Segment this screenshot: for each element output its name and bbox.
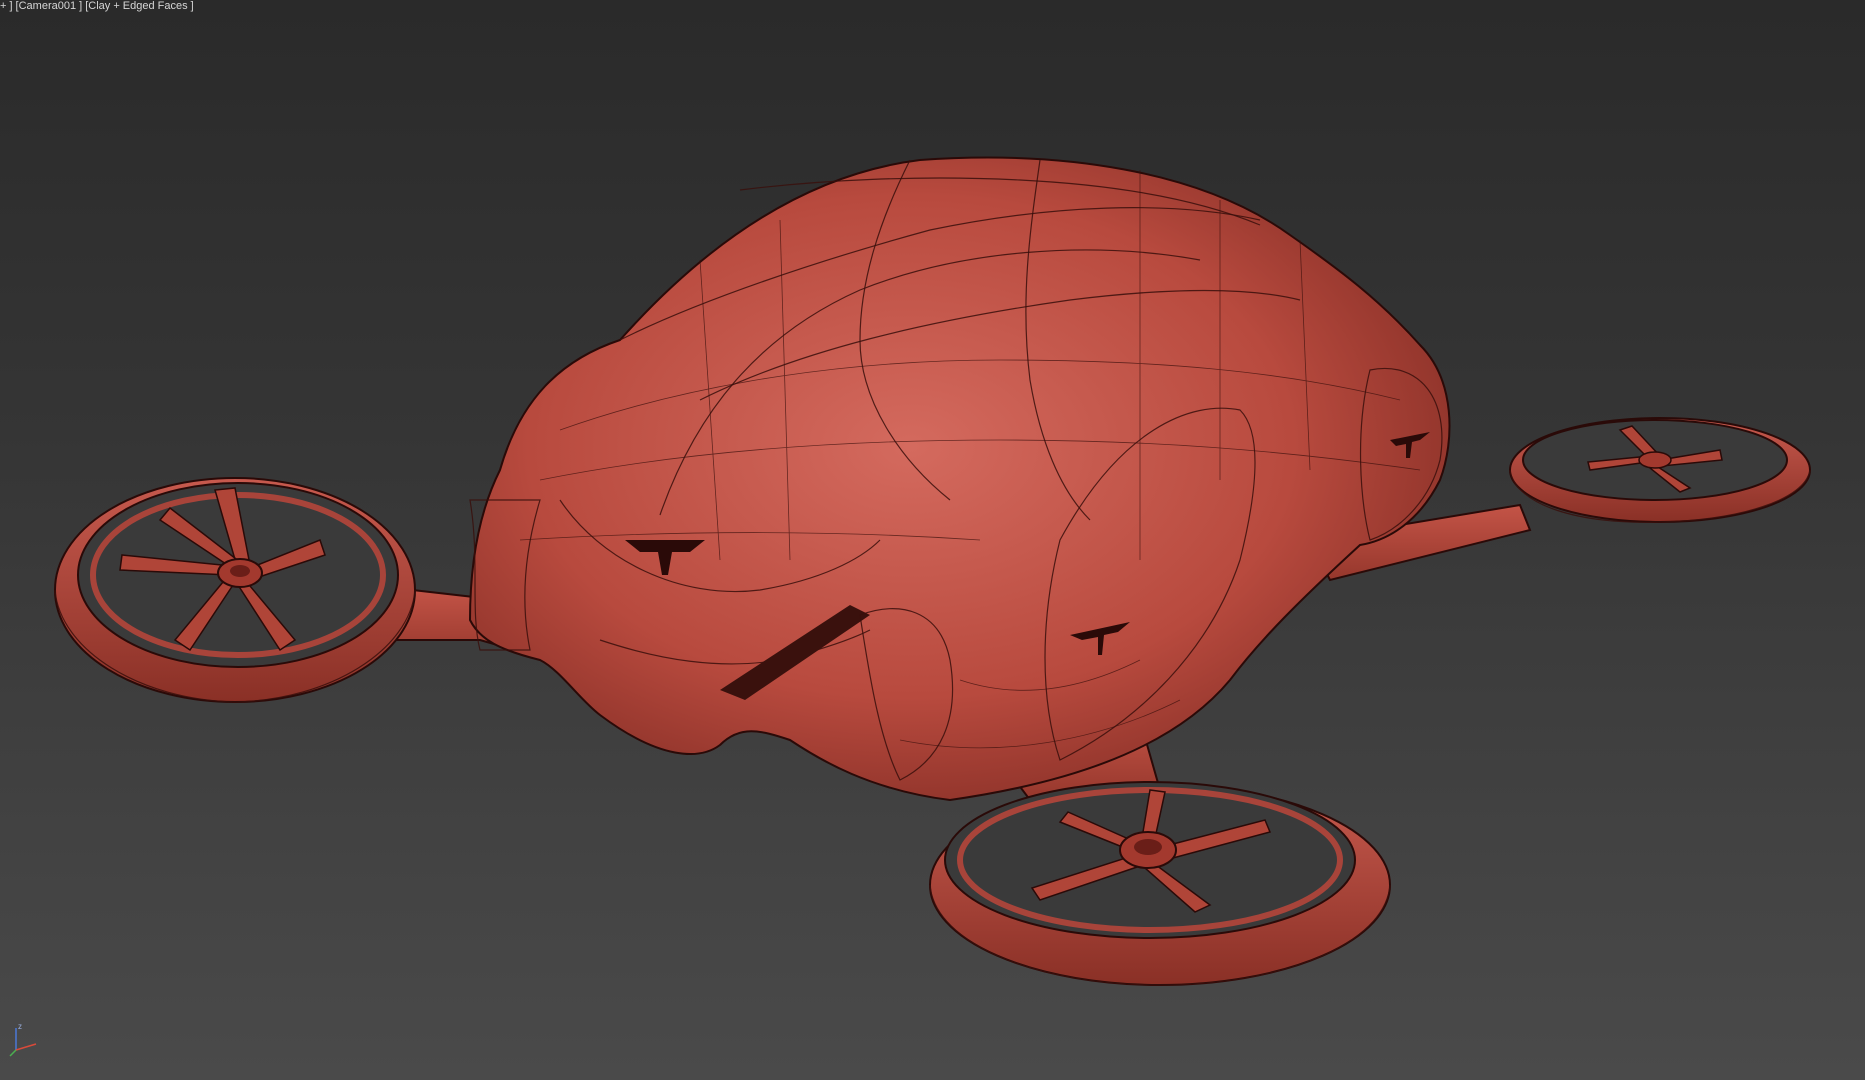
rotor-front[interactable] bbox=[929, 781, 1391, 986]
viewport-3d[interactable]: + ] [Camera001 ] [Clay + Edged Faces ] z bbox=[0, 0, 1865, 1080]
axis-tripod-icon: z bbox=[9, 1022, 37, 1057]
rotor-right[interactable] bbox=[1509, 417, 1811, 523]
rotor-left[interactable] bbox=[54, 477, 416, 703]
vehicle-body[interactable] bbox=[468, 156, 1451, 802]
scene-canvas[interactable] bbox=[0, 0, 1865, 1080]
z-axis-label: z bbox=[18, 1022, 22, 1031]
